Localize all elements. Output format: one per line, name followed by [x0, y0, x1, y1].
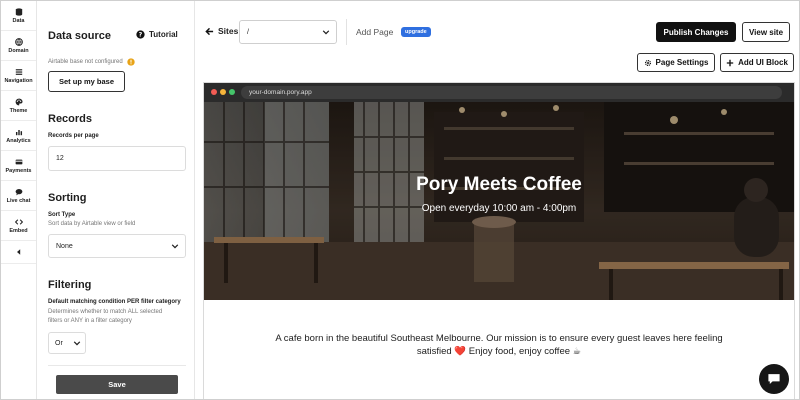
tutorial-label: Tutorial: [149, 30, 178, 39]
browser-chrome: your-domain.pory.app: [204, 83, 794, 102]
tutorial-link[interactable]: ? Tutorial: [136, 30, 178, 39]
credit-card-icon: [15, 159, 22, 164]
rail-item-data[interactable]: Data: [1, 1, 36, 30]
rail-item-navigation[interactable]: Navigation: [1, 61, 36, 90]
records-per-page-input[interactable]: 12: [48, 146, 186, 171]
live-chat-button[interactable]: [759, 364, 789, 394]
view-site-button[interactable]: View site: [742, 22, 790, 42]
save-button[interactable]: Save: [56, 375, 178, 394]
sort-type-help: Sort data by Airtable view or field: [48, 221, 136, 227]
matching-condition-help-2: filters or ANY in a filter category: [48, 318, 132, 324]
sort-type-label: Sort Type: [48, 212, 76, 218]
chart-icon: [15, 129, 22, 135]
menu-icon: [15, 68, 22, 75]
page-settings-button[interactable]: Page Settings: [637, 53, 715, 72]
records-per-page-label: Records per page: [48, 133, 99, 139]
arrow-left-icon: [205, 27, 214, 35]
panel-divider: [48, 365, 186, 366]
airtable-status: Airtable base not configured: [48, 58, 135, 66]
rail-item-theme[interactable]: Theme: [1, 91, 36, 120]
sort-type-select[interactable]: None: [48, 234, 186, 258]
matching-condition-select[interactable]: Or: [48, 332, 86, 354]
rail-label: Data: [12, 17, 25, 24]
site-preview: your-domain.pory.app Pory Meets Coffee O…: [203, 82, 795, 399]
code-icon: [14, 218, 23, 225]
rail-item-embed[interactable]: Embed: [1, 211, 36, 240]
sites-label: Sites: [218, 26, 239, 36]
publish-changes-button[interactable]: Publish Changes: [656, 22, 736, 42]
database-icon: [15, 7, 22, 16]
icon-rail: Data Domain Navigation Theme Analytics P…: [1, 1, 37, 399]
chat-icon: [15, 188, 22, 195]
globe-icon: [14, 37, 23, 46]
warning-icon: [127, 58, 135, 66]
about-line: satisfied ❤️ Enjoy food, enjoy coffee ☕: [416, 346, 582, 357]
page-path-value: /: [247, 28, 249, 36]
minimize-dot-icon: [220, 89, 226, 95]
about-text: A cafe born in the beautiful Southeast M…: [224, 332, 774, 358]
upgrade-badge[interactable]: upgrade: [401, 27, 431, 37]
help-circle-icon: ?: [136, 30, 145, 39]
rail-label: Navigation: [4, 77, 33, 84]
chevron-down-icon: [322, 30, 330, 35]
rail-label: Live chat: [6, 197, 31, 204]
hero-image[interactable]: Pory Meets Coffee Open everyday 10:00 am…: [204, 102, 794, 300]
rail-item-live-chat[interactable]: Live chat: [1, 181, 36, 210]
add-ui-block-button[interactable]: Add UI Block: [720, 53, 794, 72]
svg-text:?: ?: [139, 32, 143, 39]
palette-icon: [15, 98, 23, 105]
chevron-down-icon: [171, 244, 179, 249]
rail-label: Theme: [9, 107, 28, 114]
close-dot-icon: [211, 89, 217, 95]
settings-panel: Data source ? Tutorial Airtable base not…: [38, 1, 195, 399]
app-window: Data Domain Navigation Theme Analytics P…: [0, 0, 800, 400]
rail-label: Payments: [5, 167, 32, 174]
rail-label: Embed: [9, 227, 28, 234]
records-per-page-value: 12: [56, 155, 64, 162]
caret-left-icon: [16, 249, 20, 255]
hero-subtitle: Open everyday 10:00 am - 4:00pm: [421, 203, 577, 214]
cafe-photo: [204, 102, 794, 300]
records-heading: Records: [48, 113, 93, 125]
topbar-divider: [346, 19, 347, 45]
add-ui-block-label: Add UI Block: [738, 58, 788, 67]
rail-collapse-button[interactable]: [1, 241, 36, 263]
filtering-heading: Filtering: [48, 279, 92, 291]
rail-item-payments[interactable]: Payments: [1, 151, 36, 180]
airtable-status-text: Airtable base not configured: [48, 59, 123, 65]
rail-item-domain[interactable]: Domain: [1, 31, 36, 60]
gear-icon: [644, 59, 651, 66]
matching-condition-value: Or: [55, 339, 63, 347]
rail-item-analytics[interactable]: Analytics: [1, 121, 36, 150]
setup-base-button[interactable]: Set up my base: [48, 71, 125, 92]
rail-label: Analytics: [6, 137, 31, 144]
url-bar: your-domain.pory.app: [241, 86, 782, 99]
matching-condition-label: Default matching condition PER filter ca…: [48, 299, 181, 305]
panel-title: Data source: [48, 30, 111, 42]
about-line: A cafe born in the beautiful Southeast M…: [275, 333, 723, 344]
page-settings-label: Page Settings: [655, 58, 709, 67]
maximize-dot-icon: [229, 89, 235, 95]
page-path-select[interactable]: /: [239, 20, 337, 44]
add-page-button[interactable]: Add Page: [356, 27, 393, 37]
matching-condition-help-1: Determines whether to match ALL selected: [48, 309, 163, 315]
sorting-heading: Sorting: [48, 192, 87, 204]
sites-back-button[interactable]: Sites: [205, 26, 238, 36]
rail-label: Domain: [8, 47, 29, 54]
hero-title: Pory Meets Coffee: [416, 174, 582, 195]
sort-type-value: None: [56, 242, 73, 250]
chevron-down-icon: [73, 341, 81, 346]
chat-icon: [768, 374, 780, 385]
plus-icon: [726, 59, 734, 66]
top-bar: Sites / Add Page upgrade Publish Changes…: [196, 1, 799, 72]
